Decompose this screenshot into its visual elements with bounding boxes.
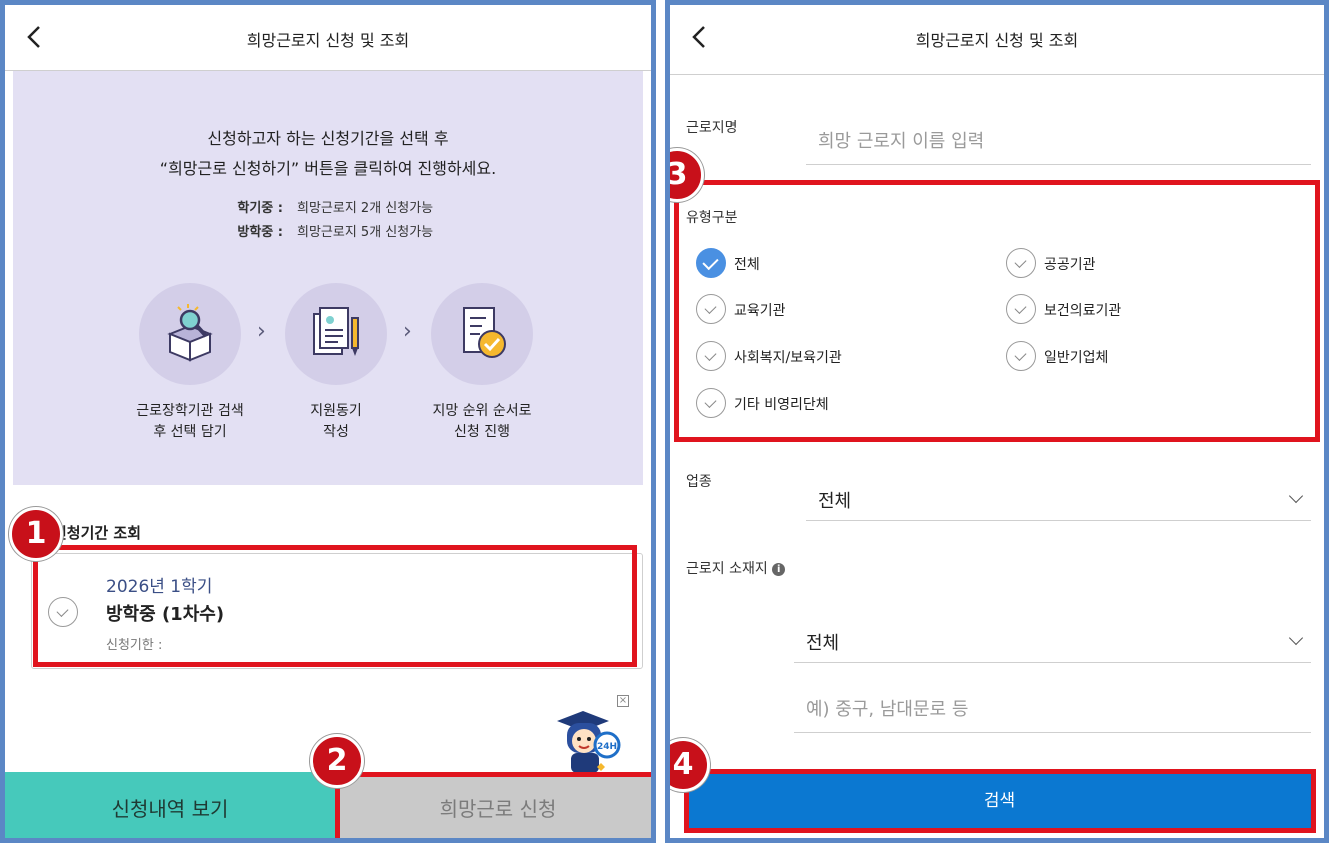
type-option-label: 보건의료기관 [1044, 303, 1122, 319]
period-year: 2026년 1학기 [106, 577, 213, 597]
step-label-line: 근로장학기관 검색 [136, 403, 244, 419]
check-circle-icon [1006, 248, 1036, 278]
header: 희망근로지 신청 및 조회 [670, 5, 1324, 75]
workplace-label: 근로지명 [686, 120, 738, 136]
step-label-line: 후 선택 담기 [153, 424, 227, 440]
location-select[interactable]: 전체 [794, 617, 1311, 663]
rule-vacation: 방학중 : 희망근로지 5개 신청가능 [213, 221, 433, 240]
step-label-line: 신청 진행 [454, 424, 510, 440]
period-deadline: 신청기한 : [106, 638, 163, 653]
type-label: 유형구분 [686, 210, 738, 226]
rule-value: 희망근로지 2개 신청가능 [297, 201, 434, 216]
close-icon[interactable]: × [617, 695, 629, 707]
document-pencil-icon [285, 283, 387, 385]
type-option-label: 기타 비영리단체 [734, 397, 829, 413]
chevron-right-icon: › [403, 319, 412, 344]
check-circle-icon [1006, 294, 1036, 324]
check-circle-icon [1006, 341, 1036, 371]
view-history-button[interactable]: 신청내역 보기 [5, 772, 335, 838]
checklist-icon [431, 283, 533, 385]
annotation-badge-3: 3 [670, 148, 704, 202]
type-option-label: 전체 [734, 257, 760, 273]
rule-semester: 학기중 : 희망근로지 2개 신청가능 [213, 197, 433, 216]
header: 희망근로지 신청 및 조회 [5, 5, 651, 71]
right-screen: 희망근로지 신청 및 조회 근로지명 유형구분 전체 공공기관 교육기관 보건의… [665, 0, 1329, 843]
rule-value: 희망근로지 5개 신청가능 [297, 225, 434, 240]
industry-select-value: 전체 [818, 491, 852, 512]
step-label-2: 지원동기 작성 [251, 401, 421, 443]
step-label-line: 지망 순위 순서로 [432, 403, 532, 419]
check-circle-icon [696, 341, 726, 371]
page-title: 희망근로지 신청 및 조회 [246, 31, 410, 50]
address-input[interactable] [794, 687, 1311, 733]
industry-select[interactable]: 전체 [806, 475, 1311, 521]
type-option-label: 교육기관 [734, 303, 786, 319]
svg-text:24H: 24H [597, 742, 617, 752]
left-screen: 희망근로지 신청 및 조회 신청하고자 하는 신청기간을 선택 후 “희망근로 … [0, 0, 656, 843]
location-label-text: 근로지 소재지 [686, 561, 768, 577]
check-circle-icon [696, 388, 726, 418]
step-label-3: 지망 순위 순서로 신청 진행 [397, 401, 567, 443]
check-circle-icon [696, 294, 726, 324]
step-label-1: 근로장학기관 검색 후 선택 담기 [105, 401, 275, 443]
apply-button[interactable]: 희망근로 신청 [335, 772, 651, 838]
intro-text-line1: 신청하고자 하는 신청기간을 선택 후 [207, 129, 449, 148]
info-icon[interactable]: i [772, 563, 786, 576]
annotation-badge-2: 2 [310, 734, 364, 788]
type-option-label: 일반기업체 [1044, 350, 1109, 366]
period-section-label: 신청기간 조회 [53, 524, 142, 542]
search-button[interactable]: 검색 [688, 773, 1311, 829]
type-option-label: 사회복지/보육기관 [734, 350, 842, 366]
check-circle-icon[interactable] [48, 597, 78, 627]
period-card[interactable]: 2026년 1학기 방학중 (1차수) 신청기한 : [31, 553, 643, 669]
chevron-right-icon: › [257, 319, 266, 344]
industry-label: 업종 [686, 474, 712, 490]
chevron-down-icon [1288, 630, 1304, 646]
rule-key: 방학중 : [237, 225, 283, 240]
annotation-badge-1: 1 [9, 507, 63, 561]
chatbot-mascot-icon[interactable]: 24H [553, 707, 625, 777]
rule-key: 학기중 : [237, 201, 283, 216]
step-label-line: 작성 [323, 424, 349, 440]
intro-text-line2: “희망근로 신청하기” 버튼을 클릭하여 진행하세요. [159, 159, 497, 178]
workplace-search-input[interactable] [806, 119, 1311, 165]
check-circle-icon [696, 248, 726, 278]
period-name: 방학중 (1차수) [106, 604, 225, 625]
intro-panel: 신청하고자 하는 신청기간을 선택 후 “희망근로 신청하기” 버튼을 클릭하여… [13, 71, 643, 485]
type-option-label: 공공기관 [1044, 257, 1096, 273]
location-label: 근로지 소재지 i [686, 558, 786, 578]
page-title: 희망근로지 신청 및 조회 [915, 31, 1079, 50]
chevron-down-icon [1288, 488, 1304, 504]
location-select-value: 전체 [806, 633, 840, 654]
step-label-line: 지원동기 [310, 403, 362, 419]
search-box-icon [139, 283, 241, 385]
